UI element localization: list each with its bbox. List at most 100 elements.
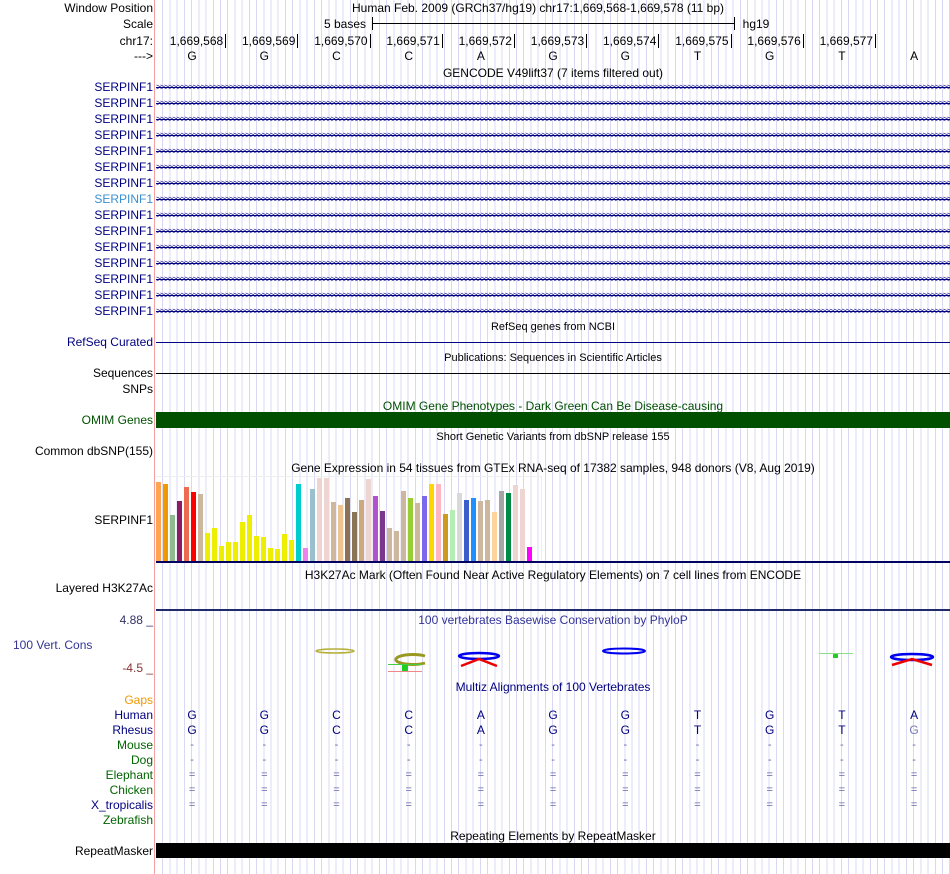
species-label-human[interactable]: Human xyxy=(114,708,153,722)
cons-title[interactable]: 100 vertebrates Basewise Conservation by… xyxy=(156,613,950,627)
gencode-transcript-feature[interactable]: >>>>>>>>>>>>>>>>>>>>>>>>>>>>>>>>>>>>>>>>… xyxy=(156,128,950,142)
omim-label[interactable]: OMIM Genes xyxy=(82,413,153,427)
gtex-tissue-bar[interactable] xyxy=(464,499,469,562)
gaps-label[interactable]: Gaps xyxy=(124,693,153,707)
publications-label[interactable]: Sequences xyxy=(93,366,153,380)
gencode-transcript-label[interactable]: SERPINF1 xyxy=(94,224,153,238)
gtex-tissue-bar[interactable] xyxy=(296,483,301,562)
gtex-tissue-bar[interactable] xyxy=(366,478,371,562)
gtex-tissue-bar[interactable] xyxy=(156,482,161,562)
gtex-tissue-bar[interactable] xyxy=(261,536,266,562)
gtex-tissue-bar[interactable] xyxy=(254,535,259,562)
gencode-transcript-label[interactable]: SERPINF1 xyxy=(94,176,153,190)
gtex-tissue-bar[interactable] xyxy=(226,541,231,562)
gtex-tissue-bar[interactable] xyxy=(184,487,189,562)
gtex-tissue-bar[interactable] xyxy=(289,540,294,562)
species-label-zebrafish[interactable]: Zebrafish xyxy=(103,813,153,827)
gtex-label[interactable]: SERPINF1 xyxy=(94,513,153,527)
gencode-transcript-label[interactable]: SERPINF1 xyxy=(94,192,153,206)
species-label-mouse[interactable]: Mouse xyxy=(117,738,153,752)
dbsnp-label[interactable]: Common dbSNP(155) xyxy=(35,444,153,458)
gtex-tissue-bar[interactable] xyxy=(401,490,406,562)
refseq-label[interactable]: RefSeq Curated xyxy=(67,335,153,349)
gtex-tissue-bar[interactable] xyxy=(359,499,364,562)
gtex-tissue-bar[interactable] xyxy=(373,495,378,562)
gtex-tissue-bar[interactable] xyxy=(219,546,224,562)
gtex-tissue-bar[interactable] xyxy=(198,493,203,562)
gtex-tissue-bar[interactable] xyxy=(177,500,182,562)
gtex-tissue-bar[interactable] xyxy=(387,528,392,562)
gtex-tissue-bar[interactable] xyxy=(317,478,322,562)
gencode-transcript-feature[interactable]: >>>>>>>>>>>>>>>>>>>>>>>>>>>>>>>>>>>>>>>>… xyxy=(156,224,950,238)
rmsk-title[interactable]: Repeating Elements by RepeatMasker xyxy=(156,829,950,843)
publications-title[interactable]: Publications: Sequences in Scientific Ar… xyxy=(156,351,950,365)
gtex-tissue-bar[interactable] xyxy=(331,501,336,562)
gtex-tissue-bar[interactable] xyxy=(527,546,532,562)
gencode-transcript-label[interactable]: SERPINF1 xyxy=(94,128,153,142)
h3k27ac-title[interactable]: H3K27Ac Mark (Often Found Near Active Re… xyxy=(156,568,950,582)
gtex-tissue-bar[interactable] xyxy=(275,548,280,562)
gencode-transcript-label[interactable]: SERPINF1 xyxy=(94,272,153,286)
gtex-tissue-bar[interactable] xyxy=(492,511,497,562)
gtex-tissue-bar[interactable] xyxy=(408,498,413,562)
publications-line[interactable] xyxy=(156,373,950,374)
gencode-transcript-feature[interactable]: >>>>>>>>>>>>>>>>>>>>>>>>>>>>>>>>>>>>>>>>… xyxy=(156,160,950,174)
omim-title[interactable]: OMIM Gene Phenotypes - Dark Green Can Be… xyxy=(156,399,950,413)
gtex-tissue-bar[interactable] xyxy=(485,499,490,562)
species-label-elephant[interactable]: Elephant xyxy=(106,768,153,782)
gtex-bar-chart[interactable] xyxy=(156,476,542,562)
gtex-tissue-bar[interactable] xyxy=(380,510,385,562)
gencode-transcript-feature[interactable]: >>>>>>>>>>>>>>>>>>>>>>>>>>>>>>>>>>>>>>>>… xyxy=(156,112,950,126)
gencode-transcript-feature[interactable]: >>>>>>>>>>>>>>>>>>>>>>>>>>>>>>>>>>>>>>>>… xyxy=(156,272,950,286)
gtex-tissue-bar[interactable] xyxy=(415,503,420,562)
gencode-transcript-label[interactable]: SERPINF1 xyxy=(94,144,153,158)
species-label-chicken[interactable]: Chicken xyxy=(110,783,153,797)
dbsnp-title[interactable]: Short Genetic Variants from dbSNP releas… xyxy=(156,430,950,444)
gtex-tissue-bar[interactable] xyxy=(478,500,483,562)
gtex-tissue-bar[interactable] xyxy=(170,514,175,562)
gencode-transcript-label[interactable]: SERPINF1 xyxy=(94,96,153,110)
gencode-transcript-feature[interactable]: >>>>>>>>>>>>>>>>>>>>>>>>>>>>>>>>>>>>>>>>… xyxy=(156,256,950,270)
gencode-transcript-feature[interactable]: >>>>>>>>>>>>>>>>>>>>>>>>>>>>>>>>>>>>>>>>… xyxy=(156,240,950,254)
gtex-tissue-bar[interactable] xyxy=(429,483,434,562)
gencode-transcript-feature[interactable]: >>>>>>>>>>>>>>>>>>>>>>>>>>>>>>>>>>>>>>>>… xyxy=(156,208,950,222)
gtex-tissue-bar[interactable] xyxy=(303,547,308,562)
gtex-tissue-bar[interactable] xyxy=(310,488,315,562)
gtex-tissue-bar[interactable] xyxy=(324,478,329,562)
gtex-tissue-bar[interactable] xyxy=(338,504,343,562)
gtex-tissue-bar[interactable] xyxy=(212,528,217,562)
refseq-title[interactable]: RefSeq genes from NCBI xyxy=(156,320,950,334)
rmsk-feature-bar[interactable] xyxy=(156,843,950,858)
multiz-title[interactable]: Multiz Alignments of 100 Vertebrates xyxy=(156,680,950,694)
gencode-transcript-label[interactable]: SERPINF1 xyxy=(94,288,153,302)
gencode-transcript-feature[interactable]: >>>>>>>>>>>>>>>>>>>>>>>>>>>>>>>>>>>>>>>>… xyxy=(156,288,950,302)
gencode-transcript-label[interactable]: SERPINF1 xyxy=(94,240,153,254)
omim-feature-bar[interactable] xyxy=(156,412,950,428)
gencode-transcript-label[interactable]: SERPINF1 xyxy=(94,80,153,94)
gtex-tissue-bar[interactable] xyxy=(233,541,238,562)
gtex-tissue-bar[interactable] xyxy=(352,511,357,562)
gencode-transcript-feature[interactable]: >>>>>>>>>>>>>>>>>>>>>>>>>>>>>>>>>>>>>>>>… xyxy=(156,176,950,190)
gencode-transcript-feature[interactable]: >>>>>>>>>>>>>>>>>>>>>>>>>>>>>>>>>>>>>>>>… xyxy=(156,96,950,110)
gtex-tissue-bar[interactable] xyxy=(450,509,455,562)
gtex-tissue-bar[interactable] xyxy=(457,493,462,562)
gencode-transcript-label[interactable]: SERPINF1 xyxy=(94,160,153,174)
cons-label[interactable]: 100 Vert. Cons xyxy=(13,638,92,652)
gtex-tissue-bar[interactable] xyxy=(443,514,448,562)
gencode-transcript-label[interactable]: SERPINF1 xyxy=(94,304,153,318)
species-label-dog[interactable]: Dog xyxy=(131,753,153,767)
gtex-tissue-bar[interactable] xyxy=(240,521,245,562)
gencode-title[interactable]: GENCODE V49lift37 (7 items filtered out) xyxy=(156,66,950,80)
gtex-tissue-bar[interactable] xyxy=(506,493,511,562)
gtex-tissue-bar[interactable] xyxy=(247,514,252,562)
gencode-transcript-label[interactable]: SERPINF1 xyxy=(94,208,153,222)
gtex-tissue-bar[interactable] xyxy=(520,488,525,562)
gtex-title[interactable]: Gene Expression in 54 tissues from GTEx … xyxy=(156,461,950,475)
gtex-tissue-bar[interactable] xyxy=(191,492,196,562)
gtex-tissue-bar[interactable] xyxy=(268,547,273,562)
refseq-gene-line[interactable] xyxy=(156,342,950,343)
gencode-transcript-feature[interactable]: >>>>>>>>>>>>>>>>>>>>>>>>>>>>>>>>>>>>>>>>… xyxy=(156,80,950,94)
gtex-tissue-bar[interactable] xyxy=(513,484,518,562)
gtex-tissue-bar[interactable] xyxy=(163,483,168,562)
species-label-rhesus[interactable]: Rhesus xyxy=(112,723,153,737)
